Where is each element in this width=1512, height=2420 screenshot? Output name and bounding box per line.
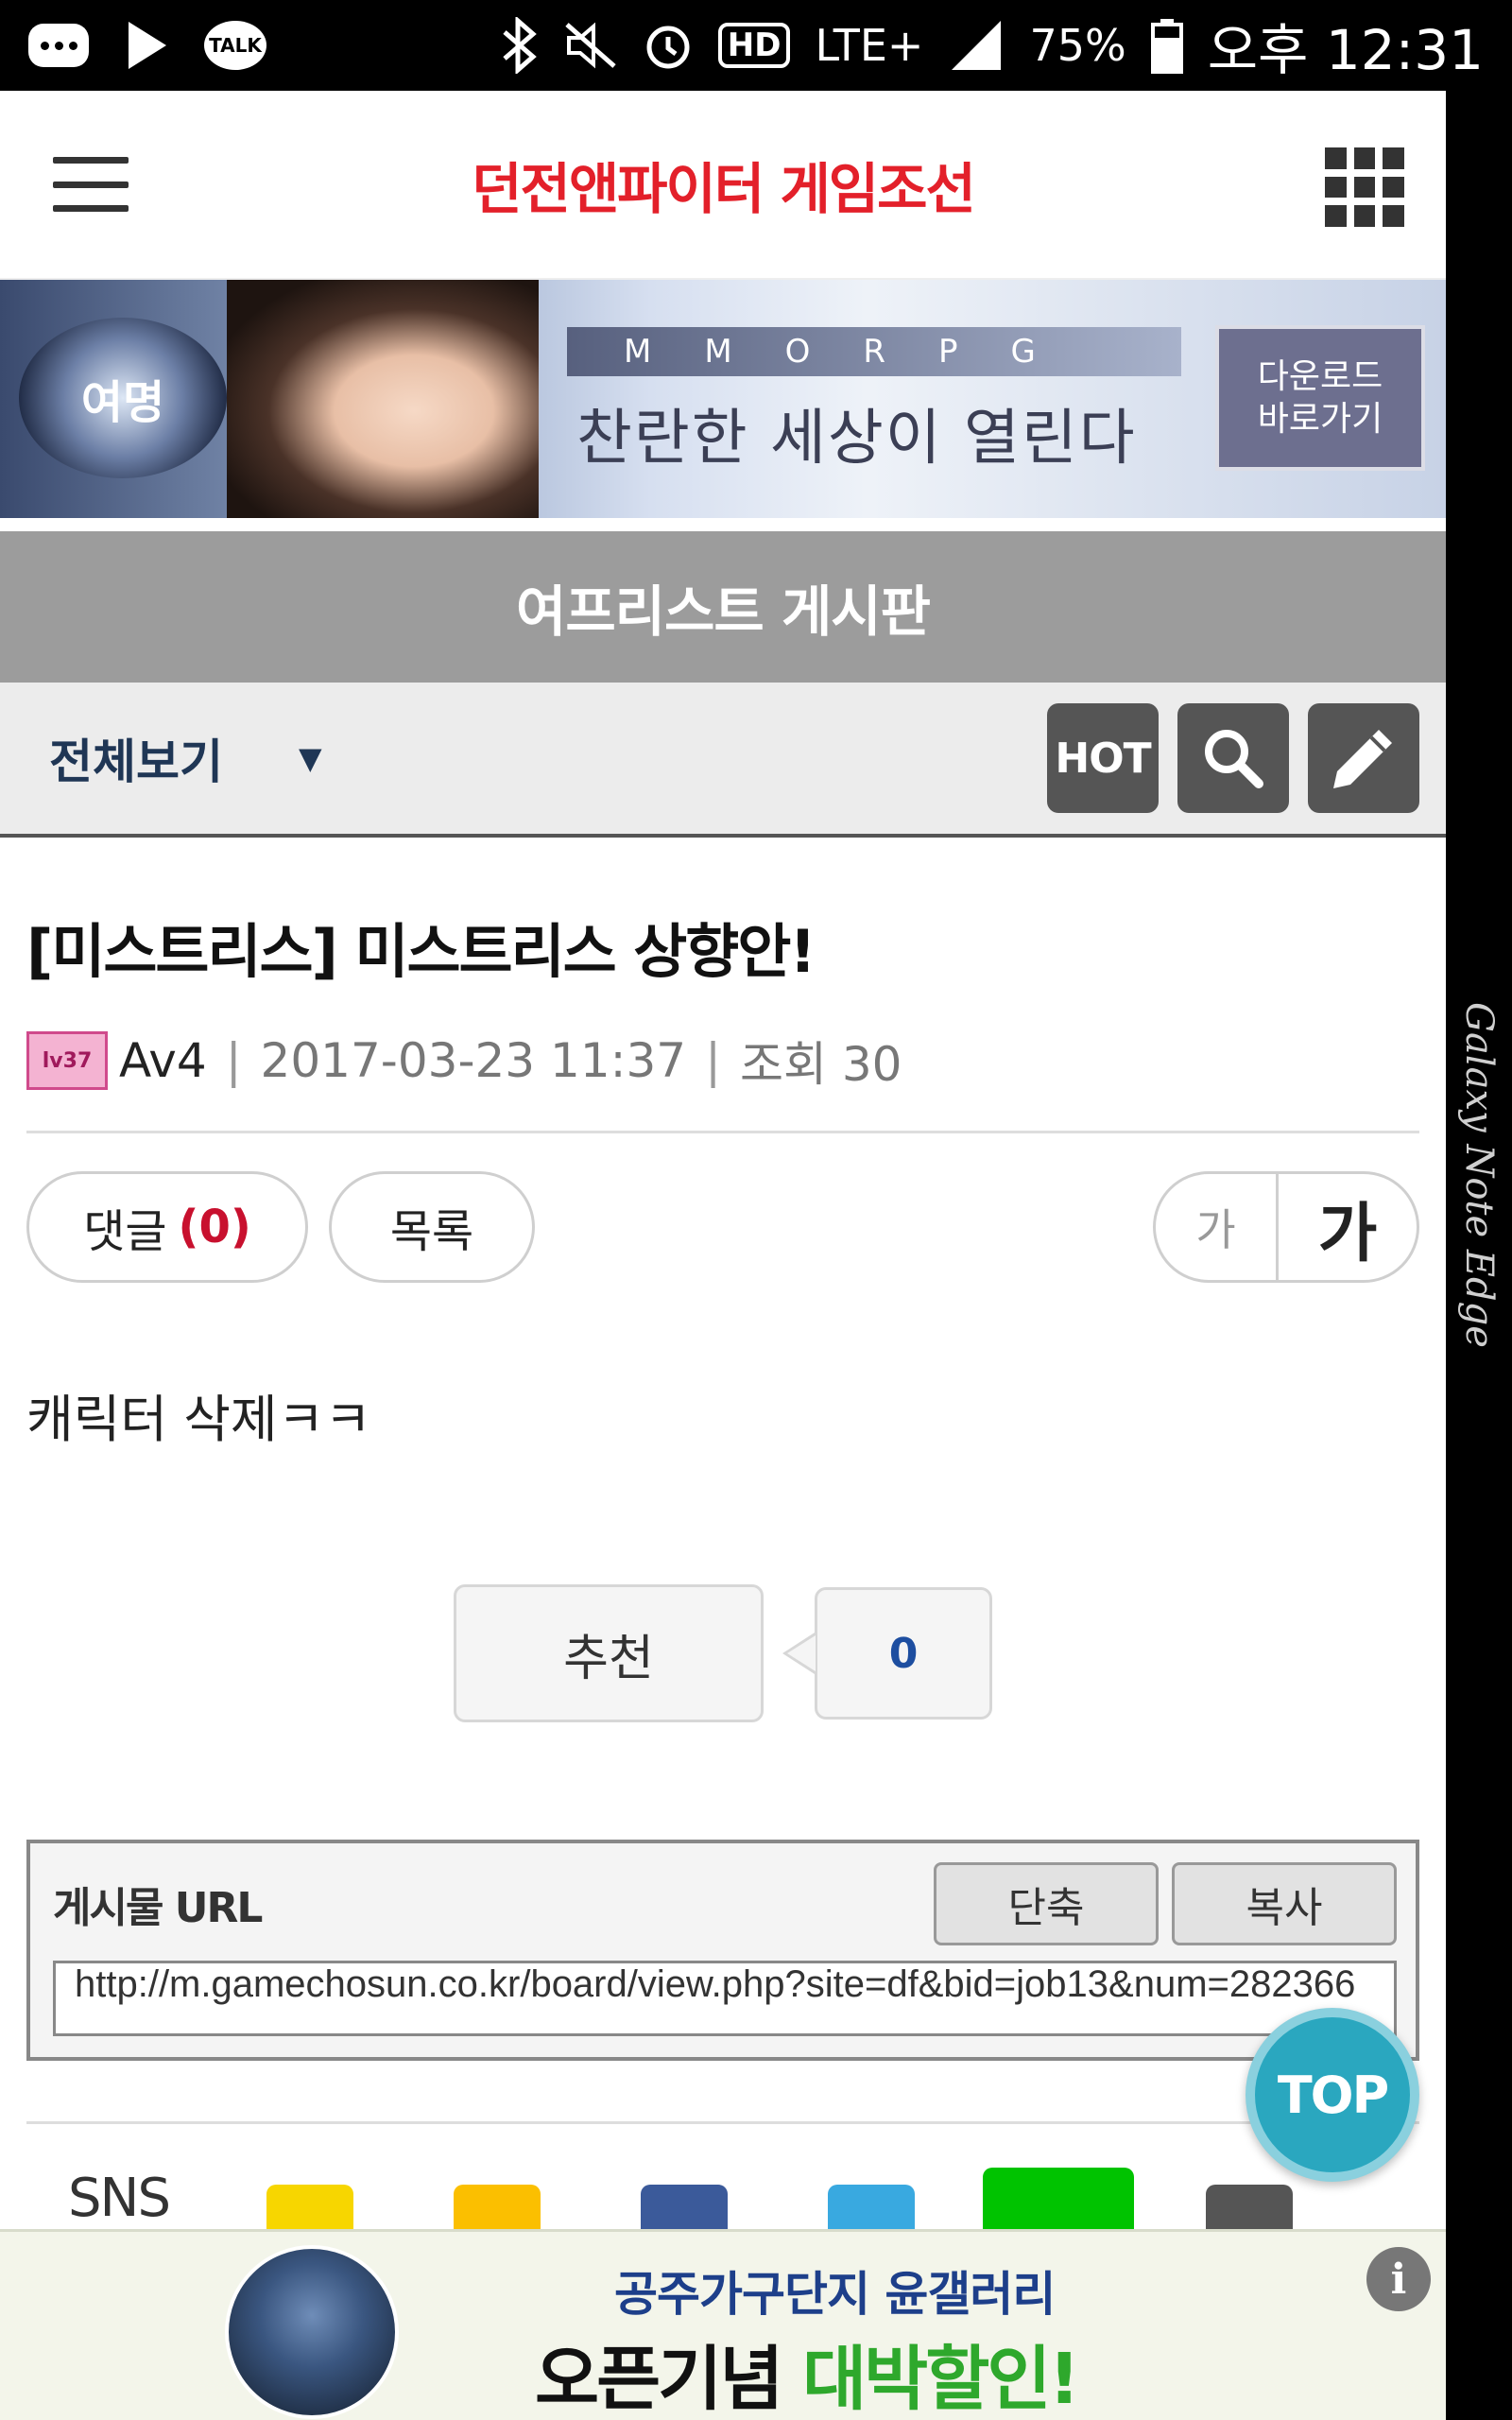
kakaotalk-icon: TALK	[204, 21, 266, 70]
banner-download-button[interactable]: 다운로드 바로가기	[1215, 325, 1425, 471]
banner-button-line2: 바로가기	[1257, 400, 1383, 439]
list-label: 목록	[389, 1205, 474, 1258]
network-type: LTE+	[815, 20, 924, 71]
play-store-icon	[125, 20, 168, 71]
shorten-url-button[interactable]: 단축	[934, 1862, 1159, 1945]
font-small-button[interactable]: 가	[1156, 1174, 1279, 1280]
sns-label: SNS	[68, 2168, 171, 2229]
post-views: 조회 30	[739, 1037, 902, 1092]
list-button[interactable]: 목록	[329, 1171, 535, 1283]
post-url-label: 게시물 URL	[53, 1884, 263, 1932]
clock: 오후 12:31	[1207, 18, 1484, 82]
ad-subline: 오픈기념 대박할인!	[535, 2323, 1080, 2420]
site-title[interactable]: 던전앤파이터 게임조선	[472, 145, 976, 224]
messenger-notification-icon	[28, 24, 89, 67]
font-size-toggle: 가 가	[1153, 1171, 1419, 1283]
recommend-button[interactable]: 추천	[454, 1584, 764, 1722]
post-author[interactable]: Av4	[119, 1033, 207, 1088]
bluetooth-icon	[501, 17, 539, 74]
ad-store-image	[225, 2245, 399, 2419]
comments-label: 댓글	[83, 1205, 167, 1258]
post-datetime: 2017-03-23 11:37	[260, 1033, 687, 1088]
signal-icon	[948, 19, 1005, 72]
scroll-top-button[interactable]: TOP	[1246, 2008, 1419, 2182]
web-page: 던전앤파이터 게임조선 여명 MMORPG 찬란한 세상이 열린다 다운로드 바…	[0, 91, 1446, 2420]
post-meta: lv37 Av4 | 2017-03-23 11:37 | 조회 30	[26, 1027, 1419, 1133]
site-header: 던전앤파이터 게임조선	[0, 91, 1446, 280]
write-button[interactable]	[1308, 703, 1419, 813]
recommend-count: 0	[815, 1587, 992, 1720]
status-bar: TALK HD LTE+ 75% 오후 12:31	[0, 0, 1512, 91]
post-url-field[interactable]: http://m.gamechosun.co.kr/board/view.php…	[53, 1961, 1397, 2036]
category-selected: 전체보기	[49, 735, 223, 789]
screen: TALK HD LTE+ 75% 오후 12:31 Galaxy Note Ed…	[0, 0, 1512, 2420]
game-logo: 여명	[19, 318, 227, 478]
copy-url-button[interactable]: 복사	[1172, 1862, 1397, 1945]
comments-count: (0)	[178, 1201, 251, 1253]
battery-icon	[1150, 17, 1183, 74]
board-toolbar: 전체보기 ▼ HOT	[0, 683, 1446, 838]
level-badge-icon: lv37	[26, 1031, 108, 1090]
banner-button-line1: 다운로드	[1257, 357, 1383, 396]
banner-genre-tag: MMORPG	[567, 327, 1181, 376]
hamburger-icon[interactable]	[53, 157, 129, 212]
mute-icon	[563, 21, 618, 70]
post-url-box: 게시물 URL 단축 복사 http://m.gamechosun.co.kr/…	[26, 1840, 1419, 2061]
post-title: [미스트리스] 미스트리스 상향안!	[26, 917, 816, 986]
ad-headline: 공주가구단지 윤갤러리	[614, 2267, 1056, 2322]
pencil-icon	[1333, 730, 1392, 788]
game-banner-ad[interactable]: 여명 MMORPG 찬란한 세상이 열린다 다운로드 바로가기	[0, 280, 1446, 518]
post-body: 캐릭터 삭제ㅋㅋ	[26, 1390, 371, 1449]
font-large-button[interactable]: 가	[1279, 1174, 1417, 1280]
ad-subline-highlight: 대박할인!	[802, 2339, 1080, 2420]
recommend-count-bubble: 0	[782, 1587, 992, 1720]
alarm-icon	[643, 20, 694, 71]
recommend-area: 추천 0	[26, 1584, 1419, 1722]
comments-button[interactable]: 댓글 (0)	[26, 1171, 308, 1283]
search-button[interactable]	[1177, 703, 1289, 813]
board-title-bar: 여프리스트 게시판	[0, 531, 1446, 683]
meta-separator: |	[705, 1033, 721, 1088]
hd-voice-icon: HD	[717, 23, 791, 68]
search-icon	[1205, 730, 1263, 788]
banner-model-image	[227, 280, 539, 518]
hot-label: HOT	[1055, 734, 1151, 783]
banner-copy: 찬란한 세상이 열린다	[576, 404, 1137, 474]
info-icon[interactable]: i	[1366, 2247, 1431, 2311]
device-edge-label: Galaxy Note Edge	[1457, 1002, 1501, 1348]
bottom-banner-ad[interactable]: 공주가구단지 윤갤러리 오픈기념 대박할인! i	[0, 2229, 1446, 2420]
meta-separator: |	[225, 1033, 242, 1088]
board-title: 여프리스트 게시판	[515, 579, 931, 644]
post-actions: 댓글 (0) 목록 가 가	[26, 1171, 1419, 1283]
post-article: [미스트리스] 미스트리스 상향안! lv37 Av4 | 2017-03-23…	[0, 904, 1446, 2262]
hot-button[interactable]: HOT	[1047, 703, 1159, 813]
caret-down-icon: ▼	[299, 740, 322, 776]
ad-subline-prefix: 오픈기념	[535, 2339, 783, 2420]
battery-percent: 75%	[1029, 20, 1126, 71]
category-dropdown[interactable]: 전체보기 ▼	[49, 724, 322, 792]
grid-icon[interactable]	[1325, 147, 1404, 227]
